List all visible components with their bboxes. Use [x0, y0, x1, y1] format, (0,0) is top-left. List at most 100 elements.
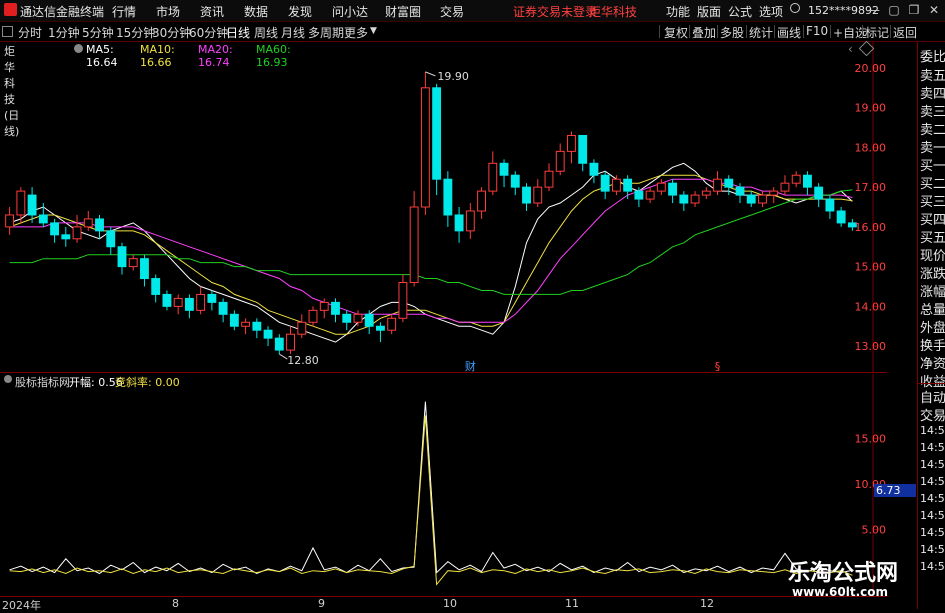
candle-down: [229, 313, 239, 327]
candle-up: [353, 313, 363, 323]
menu-banmian[interactable]: 版面: [697, 3, 721, 20]
tick-time: 14:56: [920, 492, 945, 505]
period-30min[interactable]: 30分钟: [152, 24, 191, 41]
ma20-line: [9, 178, 853, 323]
quote-change: 涨跌: [920, 267, 945, 282]
candle-up: [611, 178, 621, 192]
indicator-chart[interactable]: 5.0010.0015.00: [0, 374, 887, 596]
candle-down: [724, 178, 734, 188]
candle-up: [656, 182, 666, 192]
candle-up: [533, 186, 543, 204]
menu-wenxiaoda[interactable]: 问小达: [332, 3, 368, 20]
kline-chart[interactable]: 13.00 14.00 15.00 16.00 17.00 18.00 19.00 20.00…: [0, 42, 887, 373]
quote-price: 现价: [920, 249, 945, 264]
menu-faxian[interactable]: 发现: [288, 3, 312, 20]
toolbar-divider: [746, 25, 747, 38]
app-title: 通达信金融终端: [20, 5, 105, 19]
date-axis: 2024年 8 9 10 11 12: [0, 596, 887, 612]
period-more[interactable]: 更多: [344, 24, 368, 41]
ma60-line: [9, 189, 853, 295]
auto-label[interactable]: 自动: [920, 387, 945, 406]
candle-up: [16, 190, 26, 216]
candle-down: [162, 293, 172, 307]
candle-down: [184, 297, 194, 311]
btn-biaoji[interactable]: 标记: [865, 24, 889, 41]
toolbar-divider: [830, 25, 831, 38]
low-pointer: [279, 353, 288, 360]
candle-down: [218, 301, 228, 315]
candle-down: [825, 198, 835, 212]
toolbar-divider: [803, 25, 804, 38]
maximize-icon[interactable]: ▢: [886, 2, 902, 18]
y-tick-label: 16.00: [855, 221, 887, 234]
candle-up: [477, 190, 486, 212]
menu-xuanxiang[interactable]: 选项: [759, 3, 783, 20]
quote-buy2: 买二: [920, 177, 945, 192]
restore-icon[interactable]: ❐: [906, 2, 922, 18]
indicator-line-2: [9, 415, 853, 586]
tick-time: 14:56: [920, 560, 945, 573]
period-1min[interactable]: 1分钟: [48, 24, 80, 41]
btn-tongji[interactable]: 统计: [749, 24, 773, 41]
period-weekly[interactable]: 周线: [254, 24, 278, 41]
period-fenshi[interactable]: 分时: [18, 24, 42, 41]
period-60min[interactable]: 60分钟: [189, 24, 228, 41]
toolbar-divider: [659, 25, 660, 38]
quote-buy3: 买三: [920, 195, 945, 210]
btn-fanhui[interactable]: 返回: [893, 24, 917, 41]
user-icon[interactable]: [790, 3, 800, 13]
btn-f10[interactable]: F10: [806, 24, 828, 38]
trade-login-notice[interactable]: 证券交易未登录: [513, 3, 597, 20]
high-pointer: [425, 71, 436, 77]
period-monthly[interactable]: 月线: [281, 24, 305, 41]
menu-gongshi[interactable]: 公式: [728, 3, 752, 20]
close-icon[interactable]: ✕: [926, 2, 942, 18]
candle-down: [331, 301, 340, 315]
period-multi[interactable]: 多周期: [308, 24, 344, 41]
menu-shuju[interactable]: 数据: [244, 3, 268, 20]
y-tick-label: 5.00: [862, 524, 887, 537]
menu-caifuquan[interactable]: 财富圈: [385, 3, 421, 20]
toolbar-divider: [862, 25, 863, 38]
candle-down: [274, 337, 284, 351]
trade-label[interactable]: 交易: [920, 405, 945, 424]
menu-hangqing[interactable]: 行情: [112, 3, 136, 20]
candle-up: [567, 134, 576, 152]
menu-shichang[interactable]: 市场: [156, 3, 180, 20]
panel-toggle-icon[interactable]: [2, 26, 13, 37]
menu-gongneng[interactable]: 功能: [666, 3, 690, 20]
candle-up: [758, 194, 767, 204]
indicator-title[interactable]: 股标指标网: [15, 374, 70, 390]
menu-zixun[interactable]: 资讯: [200, 3, 224, 20]
ma60-label: MA60: 16.93: [256, 43, 291, 69]
period-15min[interactable]: 15分钟: [116, 24, 155, 41]
candle-down: [454, 214, 464, 232]
minimize-icon[interactable]: —: [866, 2, 882, 18]
menu-stock-name[interactable]: 炬华科技: [589, 3, 637, 20]
tick-time: 14:56: [920, 424, 945, 437]
candle-down: [668, 182, 678, 196]
menu-jiaoyi[interactable]: 交易: [440, 3, 464, 20]
candle-up: [645, 190, 655, 200]
settings-dot-icon[interactable]: [4, 375, 12, 383]
btn-duogu[interactable]: 多股: [720, 24, 744, 41]
quote-buy4: 买四: [920, 213, 945, 228]
candle-down: [50, 222, 59, 236]
btn-fuquan[interactable]: 复权: [664, 24, 688, 41]
collapse-icon[interactable]: ‹: [848, 42, 853, 56]
tick-time: 14:56: [920, 458, 945, 471]
candle-down: [151, 278, 161, 295]
btn-diejia[interactable]: 叠加: [692, 24, 716, 41]
quote-panel: 委比 卖五 卖四 卖三 卖二 卖一 买一 买二 买三 买四 买五 现价 涨跌 涨…: [917, 42, 945, 609]
date-label-8: 8: [172, 597, 179, 610]
chart-title: 炬华科技(日线): [4, 45, 20, 138]
settings-dot-icon[interactable]: [74, 44, 83, 53]
period-5min[interactable]: 5分钟: [82, 24, 114, 41]
candle-down: [679, 194, 689, 204]
period-daily[interactable]: 日线: [226, 24, 250, 41]
candle-down: [117, 246, 127, 268]
more-chevron-icon[interactable]: ▼: [370, 26, 377, 36]
btn-huaxian[interactable]: 画线: [777, 24, 801, 41]
tick-time: 14:56: [920, 509, 945, 522]
candle-down: [634, 190, 644, 200]
